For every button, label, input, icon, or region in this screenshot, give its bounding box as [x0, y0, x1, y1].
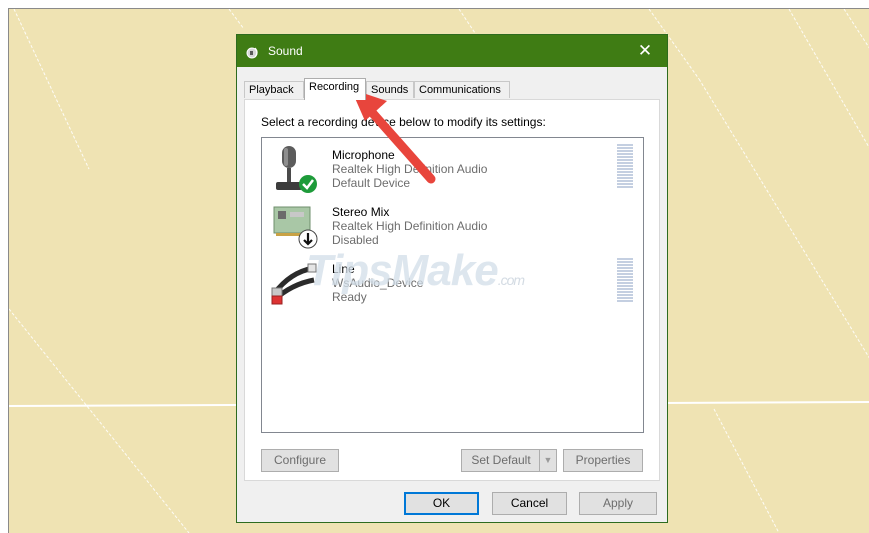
chevron-down-icon[interactable]: ▼: [539, 450, 556, 471]
green-check-icon: [299, 175, 317, 193]
microphone-icon: [276, 146, 317, 193]
button-label: Cancel: [510, 496, 549, 510]
watermark: TipsMake.com: [306, 246, 525, 296]
title-bar: Sound ✕: [237, 35, 667, 67]
configure-button[interactable]: Configure: [261, 449, 339, 472]
device-status: Disabled: [332, 233, 379, 247]
sound-card-icon: [273, 206, 318, 249]
cancel-button[interactable]: Cancel: [492, 492, 567, 515]
tab-label: Playback: [249, 84, 294, 96]
device-driver: Realtek High Definition Audio: [332, 219, 488, 233]
window-title: Sound: [268, 44, 303, 58]
level-meter: [617, 144, 633, 189]
close-icon: ✕: [637, 41, 653, 60]
device-name: Stereo Mix: [332, 205, 390, 219]
set-default-button[interactable]: Set Default ▼: [461, 449, 557, 472]
level-meter: [617, 258, 633, 303]
desktop-background: Sound ✕ Playback Recording Sounds Commun…: [8, 8, 869, 533]
device-item-microphone[interactable]: Microphone Realtek High Definition Audio…: [262, 142, 643, 198]
button-label: Set Default: [471, 453, 531, 467]
button-label: Properties: [575, 453, 631, 467]
watermark-suffix: .com: [497, 272, 525, 288]
tab-playback[interactable]: Playback: [244, 81, 304, 98]
apply-button[interactable]: Apply: [579, 492, 657, 515]
tab-recording[interactable]: Recording: [304, 78, 366, 100]
tab-label: Recording: [309, 81, 360, 93]
watermark-text: TipsMake: [306, 246, 499, 295]
close-button[interactable]: ✕: [623, 35, 667, 67]
properties-button[interactable]: Properties: [563, 449, 643, 472]
button-label: Configure: [273, 453, 327, 467]
button-label: Apply: [602, 496, 634, 510]
ok-button[interactable]: OK: [404, 492, 479, 515]
button-label: OK: [432, 496, 451, 510]
speaker-icon: [246, 47, 258, 59]
